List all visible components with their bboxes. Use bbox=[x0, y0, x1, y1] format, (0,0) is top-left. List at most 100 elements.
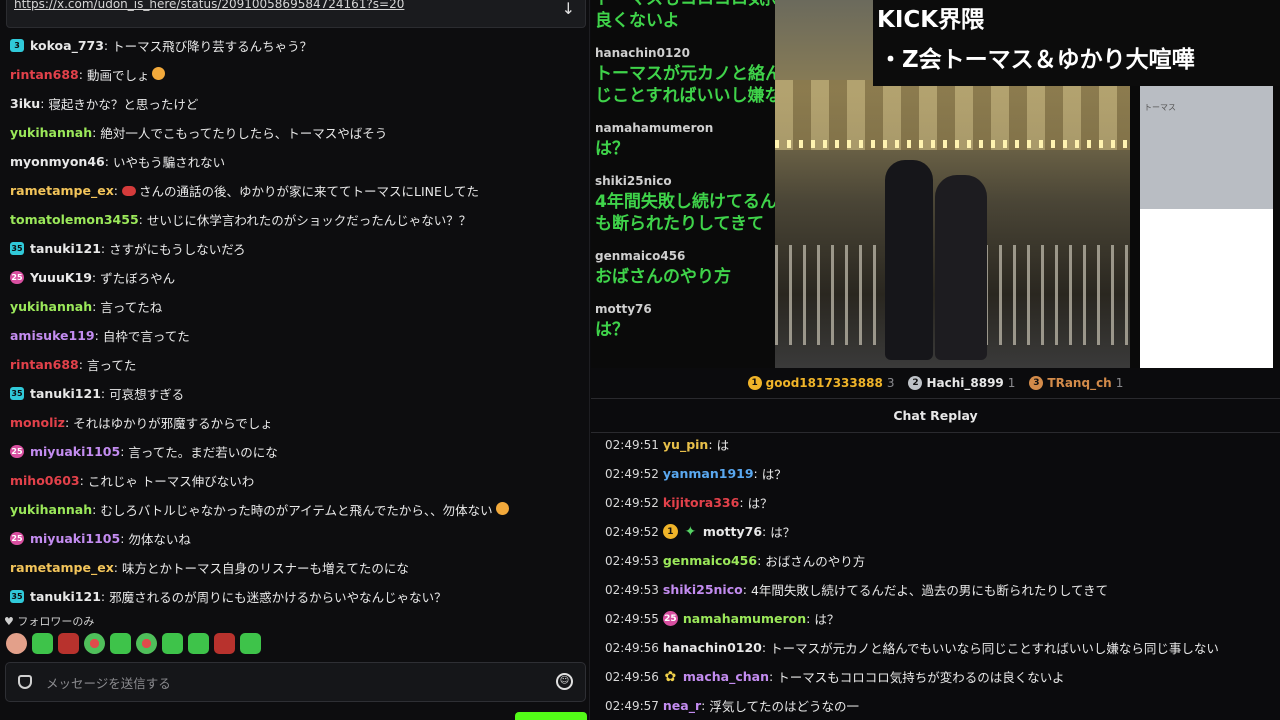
replay-message: 02:49:56 ✿ macha_chan: トーマスもコロコロ気持ちが変わるのは良く… bbox=[605, 662, 1265, 691]
video-player[interactable]: トーマスもコロコロ気持ち良くないよ hanachin0120 トーマスが元カノと絡ん… bbox=[591, 0, 1280, 368]
chat-username[interactable]: rametampe_ex bbox=[10, 560, 114, 575]
gifter-name[interactable]: TRanq_ch bbox=[1047, 376, 1111, 390]
replay-text: は bbox=[716, 438, 730, 453]
chat-message: myonmyon46: いやもう騙されない bbox=[10, 147, 582, 176]
chat-username[interactable]: monoliz bbox=[10, 415, 65, 430]
replay-username[interactable]: motty76 bbox=[703, 524, 762, 539]
replay-username[interactable]: namahamumeron bbox=[683, 611, 806, 626]
emote-icon[interactable] bbox=[84, 633, 105, 654]
chat-separator: : bbox=[113, 183, 118, 198]
chat-separator: : bbox=[103, 38, 109, 53]
chat-text: それはゆかりが邪魔するからでしょ bbox=[73, 413, 273, 432]
replay-text: は？ bbox=[814, 612, 840, 627]
emoji-icon bbox=[495, 502, 509, 515]
chat-message: 25 miyuaki1105: 勿体ないね bbox=[10, 524, 582, 553]
replay-username[interactable]: kijitora336 bbox=[663, 495, 739, 510]
replay-username[interactable]: hanachin0120 bbox=[663, 640, 762, 655]
replay-message: 02:49:53 genmaico456: おばさんのやり方 bbox=[605, 546, 1265, 575]
pinned-message[interactable]: https://x.com/udon_is_here/status/209100… bbox=[6, 0, 586, 28]
emote-icon[interactable] bbox=[58, 633, 79, 654]
chat-message-list: 3 kokoa_773: トーマス飛び降り芸するんちゃう？ rintan688: 動画で… bbox=[10, 31, 582, 611]
chat-username[interactable]: rametampe_ex bbox=[10, 183, 114, 198]
chat-text: さすがにもうしないだろ bbox=[109, 239, 245, 258]
chat-username[interactable]: rintan688 bbox=[10, 357, 79, 372]
rank-medal-icon: 2 bbox=[908, 376, 923, 390]
gift-count: 3 bbox=[886, 376, 895, 390]
top-gifter[interactable]: 3 TRanq_ch 1 bbox=[1029, 376, 1123, 390]
gifter-name[interactable]: good1817333888 bbox=[766, 376, 883, 390]
chat-username[interactable]: yukihannah bbox=[10, 125, 92, 140]
overlay-chat-text: は？ bbox=[595, 139, 629, 159]
pinned-link[interactable]: https://x.com/udon_is_here/status/209100… bbox=[14, 0, 404, 11]
chat-message: 25 miyuaki1105: 言ってた。まだ若いのにな bbox=[10, 437, 582, 466]
overlay-chat-line: 良くないよ bbox=[595, 10, 780, 32]
chat-text: 邪魔されるのが周りにも迷惑かけるからいやなんじゃない？ bbox=[109, 587, 447, 606]
chat-username[interactable]: tomatolemon3455 bbox=[10, 212, 139, 227]
chat-text-content: 言ってた。まだ若いのにな bbox=[128, 445, 278, 460]
chat-username[interactable]: myonmyon46 bbox=[10, 154, 105, 169]
replay-username[interactable]: yu_pin bbox=[663, 437, 708, 452]
chat-username[interactable]: tanuki121 bbox=[30, 241, 101, 256]
subscriber-badge-icon: 35 bbox=[10, 590, 24, 603]
chat-replay-title: Chat Replay bbox=[591, 399, 1280, 433]
gifter-name[interactable]: Hachi_8899 bbox=[926, 376, 1003, 390]
chat-username[interactable]: rintan688 bbox=[10, 67, 79, 82]
replay-username[interactable]: macha_chan bbox=[683, 669, 769, 684]
replay-timestamp: 02:49:52 bbox=[605, 466, 659, 481]
chat-username[interactable]: YuuuK19 bbox=[30, 270, 92, 285]
chat-username[interactable]: tanuki121 bbox=[30, 386, 101, 401]
chat-text-content: ずたぼろやん bbox=[100, 271, 176, 286]
chat-input-box[interactable]: ☺ bbox=[5, 662, 586, 702]
replay-username[interactable]: genmaico456 bbox=[663, 553, 757, 568]
chat-username[interactable]: miyuaki1105 bbox=[30, 531, 120, 546]
chat-text-content: それはゆかりが邪魔するからでしょ bbox=[73, 416, 273, 431]
chat-message: miho0603: これじゃ トーマス伸びないわ bbox=[10, 466, 582, 495]
chat-username[interactable]: amisuke119 bbox=[10, 328, 95, 343]
emote-icon[interactable] bbox=[6, 633, 27, 654]
chat-separator: : bbox=[92, 299, 97, 314]
emote-icon[interactable] bbox=[162, 633, 183, 654]
emote-icon[interactable] bbox=[188, 633, 209, 654]
chat-username[interactable]: yukihannah bbox=[10, 299, 92, 314]
overlay-chat-username: namahamumeron bbox=[595, 121, 714, 135]
emote-icon[interactable] bbox=[110, 633, 131, 654]
chat-username[interactable]: miho0603 bbox=[10, 473, 80, 488]
chat-separator: : bbox=[104, 154, 109, 169]
chat-username[interactable]: tanuki121 bbox=[30, 589, 101, 604]
green-badge-icon: ✦ bbox=[684, 523, 697, 540]
emote-icon[interactable] bbox=[32, 633, 53, 654]
chat-username[interactable]: miyuaki1105 bbox=[30, 444, 120, 459]
emote-icon[interactable] bbox=[214, 633, 235, 654]
replay-username[interactable]: shiki25nico bbox=[663, 582, 743, 597]
replay-separator: : bbox=[701, 698, 706, 713]
top-gifter[interactable]: 1 good1817333888 3 bbox=[747, 376, 895, 390]
replay-message: 02:49:51 yu_pin: は bbox=[605, 430, 1265, 459]
overlay-chat-line: namahamumeron は？ bbox=[595, 119, 780, 160]
arrow-down-icon[interactable]: ↓ bbox=[562, 0, 575, 18]
chat-username[interactable]: kokoa_773 bbox=[30, 38, 104, 53]
chat-text-content: 勿体ないね bbox=[128, 532, 191, 547]
replay-username[interactable]: nea_r bbox=[663, 698, 701, 713]
overlay-chat-text: トーマスもコロコロ気持ち bbox=[595, 0, 780, 10]
chat-text-content: いやもう騙されない bbox=[112, 155, 226, 170]
chat-username[interactable]: 3iku bbox=[10, 96, 40, 111]
chat-message: rintan688: 言ってた bbox=[10, 350, 582, 379]
emote-icon[interactable] bbox=[240, 633, 261, 654]
chat-text-content: トーマス飛び降り芸するんちゃう？ bbox=[112, 39, 313, 54]
subscriber-badge-icon: 25 bbox=[10, 271, 24, 284]
top-gifter[interactable]: 2 Hachi_8899 1 bbox=[908, 376, 1015, 390]
send-button[interactable] bbox=[515, 712, 587, 720]
overlay-chat-text: 4年間失敗し続けてるんだよ bbox=[595, 192, 780, 212]
emote-icon[interactable] bbox=[136, 633, 157, 654]
chat-username[interactable]: yukihannah bbox=[10, 502, 92, 517]
chat-message: rintan688: 動画でしょ bbox=[10, 60, 582, 89]
replay-text: は？ bbox=[770, 525, 796, 540]
rank-medal-icon: 3 bbox=[1029, 376, 1044, 390]
replay-separator: : bbox=[769, 669, 774, 684]
chat-text: むしろバトルじゃなかった時のがアイテムと飛んでたから、、勿体ない bbox=[100, 500, 509, 519]
chat-input[interactable] bbox=[46, 672, 536, 694]
replay-username[interactable]: yanman1919 bbox=[663, 466, 754, 481]
chat-text: 寝起きかな？と思ったけど bbox=[48, 94, 198, 113]
emoji-picker-icon[interactable]: ☺ bbox=[556, 673, 573, 690]
overlay-chat-line: shiki25nico 4年間失敗し続けてるんだよ bbox=[595, 172, 780, 213]
